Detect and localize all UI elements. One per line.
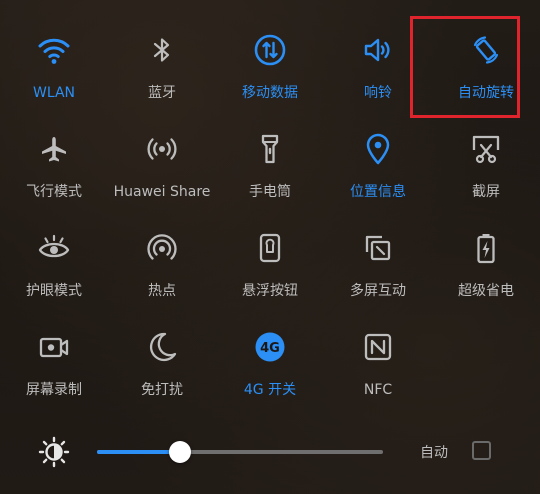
huawei-share-icon [142, 129, 182, 169]
floating-button-icon [250, 228, 290, 268]
tile-hotspot[interactable]: 热点 [108, 218, 216, 317]
tile-do-not-disturb[interactable]: 免打扰 [108, 317, 216, 416]
tile-bluetooth[interactable]: 蓝牙 [108, 20, 216, 119]
highlight-box-auto-rotate [410, 16, 520, 118]
tile-airplane-mode[interactable]: 飞行模式 [0, 119, 108, 218]
tile-label: 截屏 [472, 184, 500, 200]
wifi-icon [34, 30, 74, 70]
flashlight-icon [250, 129, 290, 169]
screenshot-icon [466, 129, 506, 169]
nfc-icon [358, 327, 398, 367]
tile-label: WLAN [32, 85, 75, 101]
tile-label: 4G 开关 [243, 382, 297, 398]
auto-brightness-checkbox[interactable] [472, 441, 491, 460]
airplane-icon [34, 129, 74, 169]
auto-brightness-label: 自动 [420, 445, 448, 461]
tile-eye-comfort[interactable]: 护眼模式 [0, 218, 108, 317]
tile-battery-saver[interactable]: 超级省电 [432, 218, 540, 317]
tile-screenshot[interactable]: 截屏 [432, 119, 540, 218]
tile-mobile-data[interactable]: 移动数据 [216, 20, 324, 119]
tile-label: NFC [363, 382, 393, 398]
hotspot-icon [142, 228, 182, 268]
tile-label: 免打扰 [141, 382, 183, 398]
multi-screen-icon [358, 228, 398, 268]
tile-wlan[interactable]: WLAN [0, 20, 108, 119]
tile-label: 屏幕录制 [26, 382, 82, 398]
tile-label: 多屏互动 [350, 283, 406, 299]
4g-icon-text: 4G [260, 341, 280, 356]
tile-floating-button[interactable]: 悬浮按钮 [216, 218, 324, 317]
eye-icon [34, 228, 74, 268]
tile-huawei-share[interactable]: Huawei Share [108, 119, 216, 218]
tile-4g[interactable]: 4G 4G 开关 [216, 317, 324, 416]
location-icon [358, 129, 398, 169]
tile-label: 热点 [148, 283, 176, 299]
speaker-icon [358, 30, 398, 70]
quick-settings-panel: WLAN 蓝牙 移动数据 响铃 自动旋转 飞行模式 Huawei Share 手… [0, 0, 540, 494]
tile-label: Huawei Share [113, 184, 211, 200]
screen-record-icon [34, 327, 74, 367]
tile-label: 超级省电 [458, 283, 514, 299]
tile-screen-record[interactable]: 屏幕录制 [0, 317, 108, 416]
brightness-slider[interactable] [97, 441, 383, 463]
brightness-slider-thumb[interactable] [168, 441, 191, 463]
tile-label: 蓝牙 [148, 85, 176, 101]
tile-label: 移动数据 [242, 85, 298, 101]
tile-nfc[interactable]: NFC [324, 317, 432, 416]
mobile-data-icon [250, 30, 290, 70]
brightness-slider-fill [97, 450, 180, 454]
tile-label: 手电筒 [249, 184, 291, 200]
bluetooth-icon [142, 30, 182, 70]
battery-saver-icon [466, 228, 506, 268]
moon-icon [142, 327, 182, 367]
brightness-row: 自动 [0, 430, 540, 474]
brightness-icon [38, 436, 70, 468]
tile-location[interactable]: 位置信息 [324, 119, 432, 218]
tile-flashlight[interactable]: 手电筒 [216, 119, 324, 218]
tile-multi-screen[interactable]: 多屏互动 [324, 218, 432, 317]
4g-icon: 4G [250, 327, 290, 367]
tile-label: 悬浮按钮 [242, 283, 298, 299]
tile-label: 位置信息 [350, 184, 406, 200]
tile-label: 护眼模式 [26, 283, 82, 299]
tile-label: 飞行模式 [26, 184, 82, 200]
tile-label: 响铃 [364, 85, 392, 101]
